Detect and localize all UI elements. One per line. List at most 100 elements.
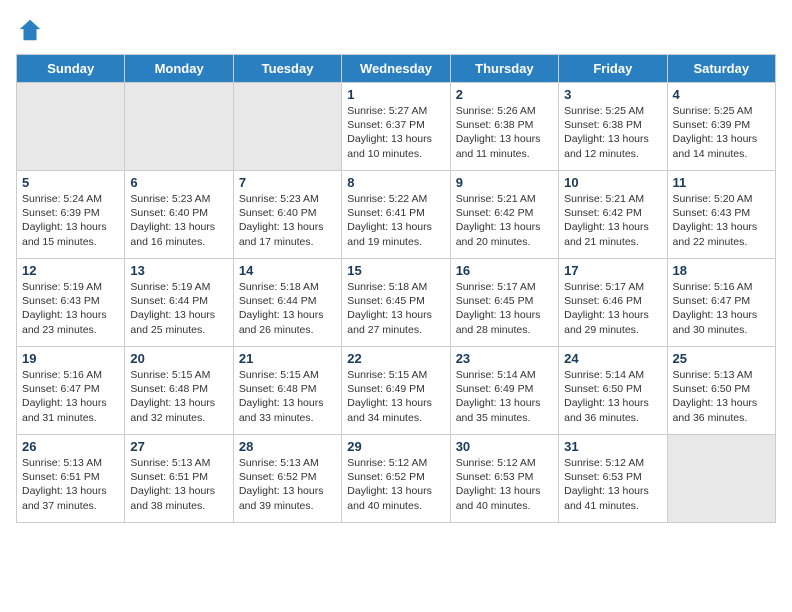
day-number: 4 [673, 87, 770, 102]
calendar-cell: 10 Sunrise: 5:21 AM Sunset: 6:42 PM Dayli… [559, 171, 667, 259]
calendar-cell: 4 Sunrise: 5:25 AM Sunset: 6:39 PM Daylig… [667, 83, 775, 171]
cell-info: Sunrise: 5:15 AM Sunset: 6:48 PM Dayligh… [130, 368, 227, 425]
day-header-tuesday: Tuesday [233, 55, 341, 83]
day-number: 6 [130, 175, 227, 190]
calendar-cell: 15 Sunrise: 5:18 AM Sunset: 6:45 PM Dayli… [342, 259, 450, 347]
cell-info: Sunrise: 5:17 AM Sunset: 6:46 PM Dayligh… [564, 280, 661, 337]
cell-info: Sunrise: 5:18 AM Sunset: 6:45 PM Dayligh… [347, 280, 444, 337]
day-header-sunday: Sunday [17, 55, 125, 83]
day-number: 29 [347, 439, 444, 454]
cell-info: Sunrise: 5:18 AM Sunset: 6:44 PM Dayligh… [239, 280, 336, 337]
calendar-cell: 7Sunrise: 5:23 AM Sunset: 6:40 PM Daylig… [233, 171, 341, 259]
day-number: 5 [22, 175, 119, 190]
calendar-cell: 12 Sunrise: 5:19 AM Sunset: 6:43 PM Dayli… [17, 259, 125, 347]
calendar-cell: 16Sunrise: 5:17 AM Sunset: 6:45 PM Dayli… [450, 259, 558, 347]
day-number: 25 [673, 351, 770, 366]
logo-icon [16, 16, 44, 44]
cell-info: Sunrise: 5:25 AM Sunset: 6:39 PM Dayligh… [673, 104, 770, 161]
cell-info: Sunrise: 5:26 AM Sunset: 6:38 PM Dayligh… [456, 104, 553, 161]
calendar-cell: 26 Sunrise: 5:13 AM Sunset: 6:51 PM Dayli… [17, 435, 125, 523]
calendar-cell: 31Sunrise: 5:12 AM Sunset: 6:53 PM Dayli… [559, 435, 667, 523]
cell-info: Sunrise: 5:23 AM Sunset: 6:40 PM Dayligh… [130, 192, 227, 249]
calendar-cell: 5 Sunrise: 5:24 AM Sunset: 6:39 PM Daylig… [17, 171, 125, 259]
calendar-cell: 8 Sunrise: 5:22 AM Sunset: 6:41 PM Daylig… [342, 171, 450, 259]
calendar-cell: 25 Sunrise: 5:13 AM Sunset: 6:50 PM Dayli… [667, 347, 775, 435]
day-number: 7 [239, 175, 336, 190]
day-number: 3 [564, 87, 661, 102]
day-header-monday: Monday [125, 55, 233, 83]
cell-info: Sunrise: 5:15 AM Sunset: 6:49 PM Dayligh… [347, 368, 444, 425]
cell-info: Sunrise: 5:12 AM Sunset: 6:53 PM Dayligh… [456, 456, 553, 513]
calendar-cell: 1 Sunrise: 5:27 AM Sunset: 6:37 PM Daylig… [342, 83, 450, 171]
day-number: 21 [239, 351, 336, 366]
cell-info: Sunrise: 5:21 AM Sunset: 6:42 PM Dayligh… [564, 192, 661, 249]
week-row-2: 5 Sunrise: 5:24 AM Sunset: 6:39 PM Daylig… [17, 171, 776, 259]
cell-info: Sunrise: 5:20 AM Sunset: 6:43 PM Dayligh… [673, 192, 770, 249]
calendar-table: SundayMondayTuesdayWednesdayThursdayFrid… [16, 54, 776, 523]
cell-info: Sunrise: 5:12 AM Sunset: 6:52 PM Dayligh… [347, 456, 444, 513]
cell-info: Sunrise: 5:13 AM Sunset: 6:51 PM Dayligh… [22, 456, 119, 513]
cell-info: Sunrise: 5:19 AM Sunset: 6:43 PM Dayligh… [22, 280, 119, 337]
day-number: 12 [22, 263, 119, 278]
day-number: 24 [564, 351, 661, 366]
cell-info: Sunrise: 5:22 AM Sunset: 6:41 PM Dayligh… [347, 192, 444, 249]
day-header-thursday: Thursday [450, 55, 558, 83]
cell-info: Sunrise: 5:14 AM Sunset: 6:49 PM Dayligh… [456, 368, 553, 425]
day-header-wednesday: Wednesday [342, 55, 450, 83]
calendar-cell: 2 Sunrise: 5:26 AM Sunset: 6:38 PM Daylig… [450, 83, 558, 171]
day-number: 11 [673, 175, 770, 190]
cell-info: Sunrise: 5:25 AM Sunset: 6:38 PM Dayligh… [564, 104, 661, 161]
week-row-5: 26 Sunrise: 5:13 AM Sunset: 6:51 PM Dayli… [17, 435, 776, 523]
day-header-saturday: Saturday [667, 55, 775, 83]
day-number: 19 [22, 351, 119, 366]
calendar-cell: 18 Sunrise: 5:16 AM Sunset: 6:47 PM Dayli… [667, 259, 775, 347]
cell-info: Sunrise: 5:17 AM Sunset: 6:45 PM Dayligh… [456, 280, 553, 337]
day-number: 2 [456, 87, 553, 102]
calendar-cell [667, 435, 775, 523]
calendar-cell: 22Sunrise: 5:15 AM Sunset: 6:49 PM Dayli… [342, 347, 450, 435]
cell-info: Sunrise: 5:13 AM Sunset: 6:50 PM Dayligh… [673, 368, 770, 425]
day-number: 9 [456, 175, 553, 190]
cell-info: Sunrise: 5:13 AM Sunset: 6:52 PM Dayligh… [239, 456, 336, 513]
calendar-cell: 11 Sunrise: 5:20 AM Sunset: 6:43 PM Dayli… [667, 171, 775, 259]
cell-info: Sunrise: 5:14 AM Sunset: 6:50 PM Dayligh… [564, 368, 661, 425]
calendar-cell: 19 Sunrise: 5:16 AM Sunset: 6:47 PM Dayli… [17, 347, 125, 435]
day-number: 30 [456, 439, 553, 454]
day-number: 14 [239, 263, 336, 278]
calendar-cell [233, 83, 341, 171]
day-number: 10 [564, 175, 661, 190]
calendar-cell: 9 Sunrise: 5:21 AM Sunset: 6:42 PM Daylig… [450, 171, 558, 259]
cell-info: Sunrise: 5:24 AM Sunset: 6:39 PM Dayligh… [22, 192, 119, 249]
week-row-3: 12 Sunrise: 5:19 AM Sunset: 6:43 PM Dayli… [17, 259, 776, 347]
day-number: 8 [347, 175, 444, 190]
day-number: 28 [239, 439, 336, 454]
calendar-cell: 14 Sunrise: 5:18 AM Sunset: 6:44 PM Dayli… [233, 259, 341, 347]
cell-info: Sunrise: 5:16 AM Sunset: 6:47 PM Dayligh… [673, 280, 770, 337]
header-row: SundayMondayTuesdayWednesdayThursdayFrid… [17, 55, 776, 83]
calendar-cell: 21Sunrise: 5:15 AM Sunset: 6:48 PM Dayli… [233, 347, 341, 435]
day-header-friday: Friday [559, 55, 667, 83]
day-number: 1 [347, 87, 444, 102]
cell-info: Sunrise: 5:19 AM Sunset: 6:44 PM Dayligh… [130, 280, 227, 337]
calendar-cell [125, 83, 233, 171]
day-number: 17 [564, 263, 661, 278]
week-row-1: 1 Sunrise: 5:27 AM Sunset: 6:37 PM Daylig… [17, 83, 776, 171]
calendar-cell: 30 Sunrise: 5:12 AM Sunset: 6:53 PM Dayli… [450, 435, 558, 523]
day-number: 26 [22, 439, 119, 454]
day-number: 13 [130, 263, 227, 278]
cell-info: Sunrise: 5:27 AM Sunset: 6:37 PM Dayligh… [347, 104, 444, 161]
calendar-cell: 3 Sunrise: 5:25 AM Sunset: 6:38 PM Daylig… [559, 83, 667, 171]
calendar-cell: 6 Sunrise: 5:23 AM Sunset: 6:40 PM Daylig… [125, 171, 233, 259]
day-number: 15 [347, 263, 444, 278]
cell-info: Sunrise: 5:21 AM Sunset: 6:42 PM Dayligh… [456, 192, 553, 249]
calendar-cell: 13 Sunrise: 5:19 AM Sunset: 6:44 PM Dayli… [125, 259, 233, 347]
calendar-cell [17, 83, 125, 171]
logo [16, 16, 48, 44]
week-row-4: 19 Sunrise: 5:16 AM Sunset: 6:47 PM Dayli… [17, 347, 776, 435]
day-number: 18 [673, 263, 770, 278]
day-number: 20 [130, 351, 227, 366]
cell-info: Sunrise: 5:16 AM Sunset: 6:47 PM Dayligh… [22, 368, 119, 425]
day-number: 23 [456, 351, 553, 366]
day-number: 27 [130, 439, 227, 454]
calendar-cell: 29 Sunrise: 5:12 AM Sunset: 6:52 PM Dayli… [342, 435, 450, 523]
